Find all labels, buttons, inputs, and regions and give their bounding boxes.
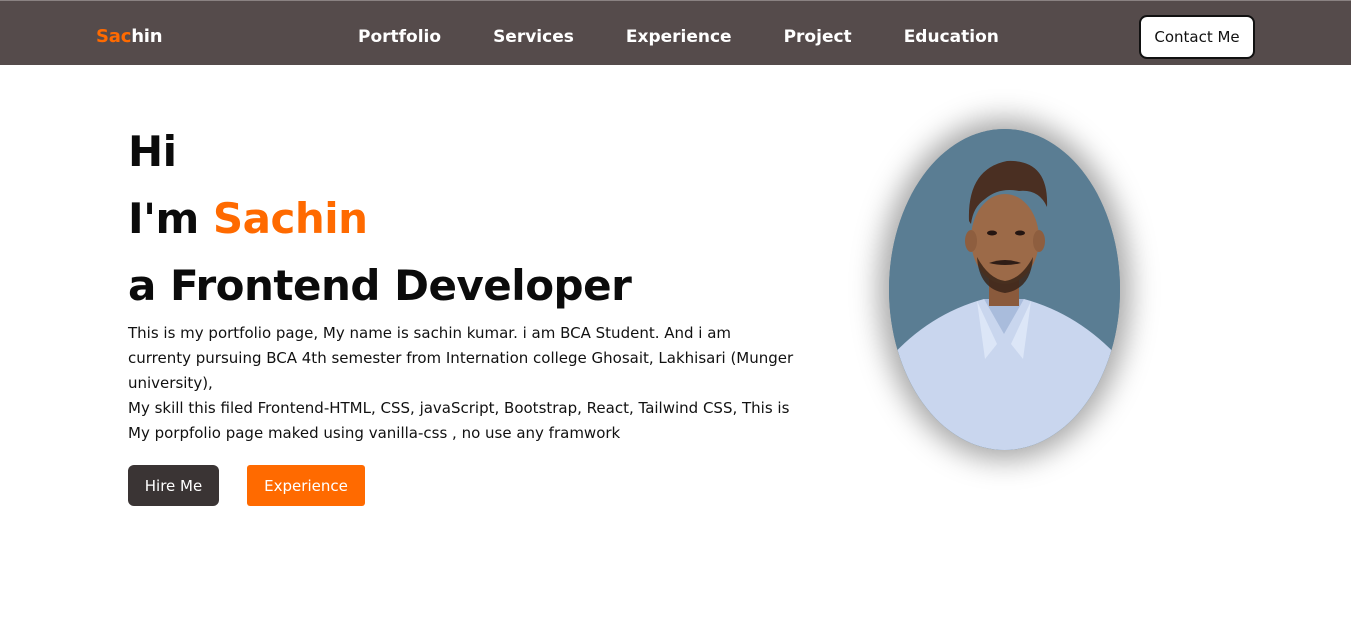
- nav-link-education[interactable]: Education: [904, 27, 999, 47]
- hero-intro-prefix: I'm: [128, 194, 213, 243]
- top-navbar: Sachin Portfolio Services Experience Pro…: [0, 0, 1351, 65]
- hero-paragraph-2: My skill this filed Frontend-HTML, CSS, …: [128, 399, 790, 442]
- logo-accent-text: Sac: [96, 26, 132, 47]
- hero-role: a Frontend Developer: [128, 261, 632, 310]
- profile-photo-icon: [889, 129, 1120, 450]
- nav-link-portfolio[interactable]: Portfolio: [358, 27, 441, 47]
- hero-greeting: Hi: [128, 127, 177, 176]
- hero-description: This is my portfolio page, My name is sa…: [128, 321, 798, 446]
- hero-buttons: Hire Me Experience: [128, 465, 365, 506]
- hire-me-button[interactable]: Hire Me: [128, 465, 219, 506]
- hero-paragraph-1: This is my portfolio page, My name is sa…: [128, 324, 794, 392]
- nav-link-services[interactable]: Services: [493, 27, 574, 47]
- logo-rest-text: hin: [131, 26, 163, 47]
- profile-photo: [889, 129, 1120, 450]
- hero-name: Sachin: [212, 194, 368, 243]
- nav-links: Portfolio Services Experience Project Ed…: [358, 27, 1051, 47]
- hero-section: Hi I'm Sachin a Frontend Developer This …: [128, 118, 808, 446]
- experience-button[interactable]: Experience: [247, 465, 365, 506]
- site-logo[interactable]: Sachin: [96, 26, 163, 47]
- nav-link-experience[interactable]: Experience: [626, 27, 732, 47]
- hero-intro-line: I'm Sachin: [128, 185, 808, 252]
- nav-link-project[interactable]: Project: [784, 27, 852, 47]
- contact-me-button[interactable]: Contact Me: [1139, 15, 1255, 59]
